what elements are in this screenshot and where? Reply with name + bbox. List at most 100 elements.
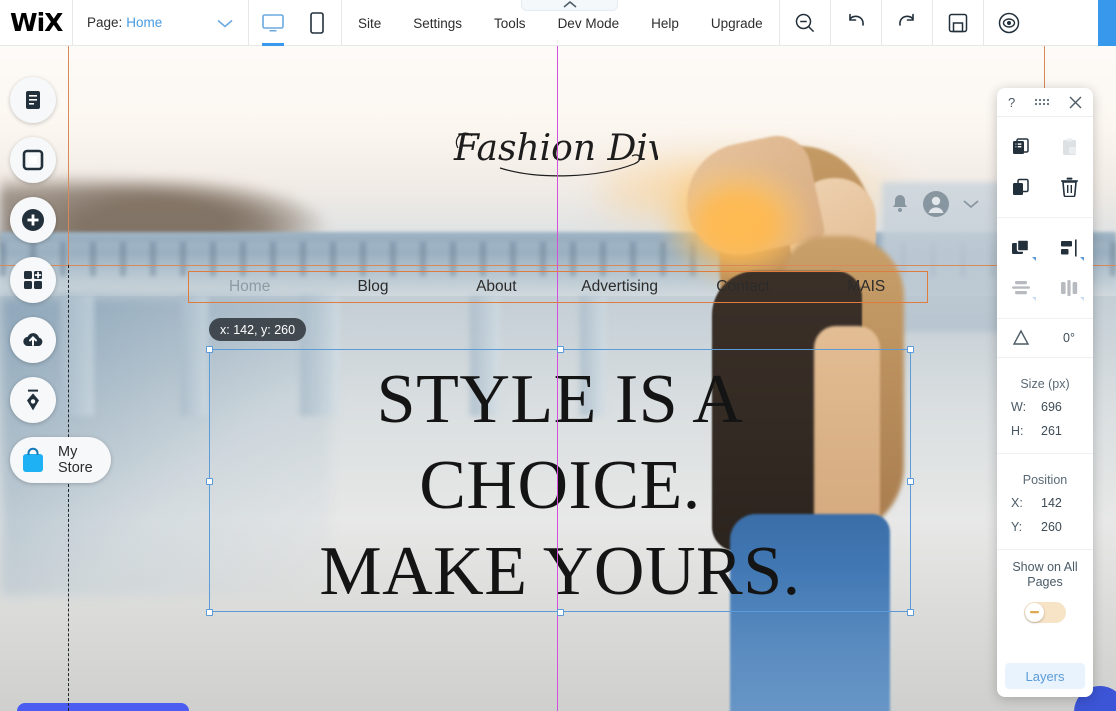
mobile-view-button[interactable] (302, 0, 332, 46)
align-button[interactable] (1045, 228, 1093, 268)
height-key: H: (1011, 424, 1024, 438)
toolbar-size-section: Size (px) W: 696 H: 261 (997, 358, 1093, 454)
duplicate-button[interactable] (997, 167, 1045, 207)
pen-nib-icon (23, 388, 43, 412)
shopping-bag-icon (18, 445, 48, 475)
sidebar-item-sections[interactable] (10, 137, 56, 183)
sidebar-item-media[interactable] (10, 317, 56, 363)
toggle-knob (1025, 603, 1044, 622)
show-on-all-pages-toggle[interactable] (1024, 602, 1066, 623)
nav-item-mais[interactable]: MAIS (805, 278, 928, 296)
delete-button[interactable] (1045, 167, 1093, 207)
resize-handle-w[interactable] (206, 478, 213, 485)
nav-item-about[interactable]: About (435, 278, 558, 296)
bell-icon[interactable] (890, 193, 910, 215)
page-label: Page: (87, 15, 123, 30)
chevron-down-icon[interactable] (216, 17, 234, 29)
distribute-horizontal-button[interactable] (1045, 268, 1093, 308)
preview-icon (998, 12, 1020, 34)
resize-handle-e[interactable] (907, 478, 914, 485)
toolbar-clipboard-section (997, 117, 1093, 218)
nav-item-advertising[interactable]: Advertising (558, 278, 681, 296)
resize-handle-nw[interactable] (206, 346, 213, 353)
nav-item-contact[interactable]: Contact (681, 278, 804, 296)
y-field[interactable]: Y: 260 (997, 515, 1093, 539)
close-icon[interactable] (1069, 96, 1082, 109)
editor-stage[interactable]: Fashion Diva Home Blog About Advertising… (0, 46, 1116, 711)
apps-grid-icon (22, 269, 44, 291)
element-floating-toolbar[interactable]: ? 0° Size (px) W: 696 H: 261 Position X:… (997, 88, 1093, 697)
toolbar-arrange-section (997, 218, 1093, 319)
trash-icon (1060, 177, 1079, 197)
toolbar-show-all-section: Show on All Pages (997, 550, 1093, 623)
arrange-button[interactable] (997, 228, 1045, 268)
rotate-button[interactable] (997, 329, 1045, 347)
advertise-cta-button[interactable]: Advertise with us (17, 703, 189, 711)
text-selection-box[interactable] (206, 346, 914, 616)
arrange-caret-icon (1032, 257, 1036, 261)
sidebar-item-menus-and-pages[interactable] (10, 77, 56, 123)
save-icon (948, 13, 968, 33)
desktop-icon (262, 13, 284, 33)
resize-handle-sw[interactable] (206, 609, 213, 616)
zoom-out-button[interactable] (780, 0, 830, 45)
resize-handle-se[interactable] (907, 609, 914, 616)
question-mark-icon[interactable]: ? (1008, 96, 1015, 109)
sidebar-item-label: My Store (58, 444, 93, 476)
y-value[interactable]: 260 (1041, 520, 1062, 534)
distribute-v-caret-icon (1032, 297, 1036, 301)
undo-icon (845, 13, 867, 33)
collapse-toolbar-tab[interactable] (521, 0, 618, 11)
distribute-vertical-icon (1011, 279, 1031, 297)
preview-button[interactable] (984, 0, 1034, 45)
save-button[interactable] (933, 0, 983, 45)
nav-item-blog[interactable]: Blog (311, 278, 434, 296)
copy-button[interactable] (997, 127, 1045, 167)
avatar-icon[interactable] (922, 190, 950, 218)
sidebar-item-blog[interactable] (10, 377, 56, 423)
x-value[interactable]: 142 (1041, 496, 1062, 510)
site-nav-menu[interactable]: Home Blog About Advertising Contact MAIS (188, 271, 928, 303)
menu-settings[interactable]: Settings (397, 0, 478, 46)
redo-button[interactable] (882, 0, 932, 45)
sidebar-item-my-store[interactable]: My Store (10, 437, 111, 483)
arrange-layers-icon (1011, 239, 1031, 257)
guide-dashed-left (68, 265, 69, 711)
width-field[interactable]: W: 696 (997, 395, 1093, 419)
height-value[interactable]: 261 (1041, 424, 1062, 438)
distribute-vertical-button[interactable] (997, 268, 1045, 308)
nav-item-home[interactable]: Home (188, 278, 311, 296)
site-logo[interactable]: Fashion Diva (448, 118, 658, 182)
redo-icon (896, 13, 918, 33)
pages-icon (22, 89, 44, 111)
show-on-all-pages-label: Show on All Pages (1012, 560, 1078, 589)
sidebar-item-add-apps[interactable] (10, 257, 56, 303)
desktop-view-button[interactable] (258, 0, 288, 46)
cloud-upload-icon (21, 329, 45, 351)
align-caret-icon (1080, 257, 1084, 261)
resize-handle-ne[interactable] (907, 346, 914, 353)
site-header-icons[interactable] (890, 186, 1000, 222)
toolbar-header[interactable]: ? (997, 88, 1093, 117)
sidebar-item-add-elements[interactable] (10, 197, 56, 243)
layers-button[interactable]: Layers (1005, 663, 1085, 689)
wix-logo[interactable]: WiX (0, 0, 72, 45)
resize-handle-s[interactable] (557, 609, 564, 616)
page-selector[interactable]: Page: Home (73, 0, 248, 45)
menu-help[interactable]: Help (635, 0, 695, 46)
width-value[interactable]: 696 (1041, 400, 1062, 414)
size-label: Size (px) (1020, 377, 1070, 391)
menu-upgrade[interactable]: Upgrade (695, 0, 779, 46)
publish-button[interactable] (1098, 0, 1116, 46)
resize-handle-n[interactable] (557, 346, 564, 353)
paste-button[interactable] (1045, 127, 1093, 167)
coordinate-tooltip: x: 142, y: 260 (209, 318, 307, 341)
undo-button[interactable] (831, 0, 881, 45)
height-field[interactable]: H: 261 (997, 419, 1093, 443)
menu-site[interactable]: Site (342, 0, 397, 46)
x-field[interactable]: X: 142 (997, 491, 1093, 515)
chevron-down-icon[interactable] (962, 198, 980, 210)
rotate-value[interactable]: 0° (1045, 331, 1093, 345)
drag-handle-icon[interactable] (1034, 97, 1050, 107)
active-device-underline (262, 42, 284, 46)
